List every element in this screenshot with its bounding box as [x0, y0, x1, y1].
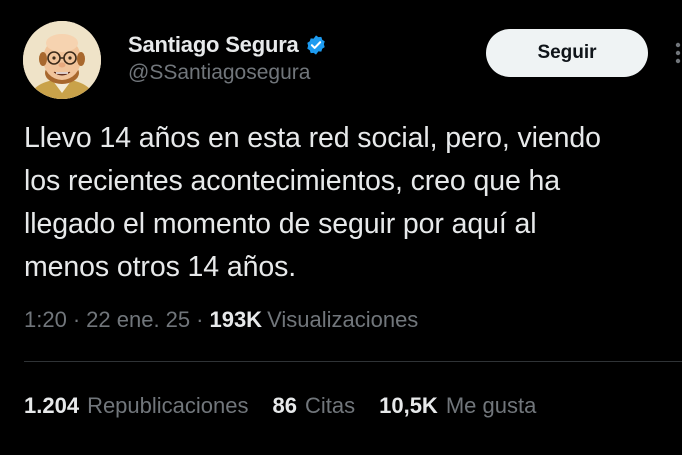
likes-stat[interactable]: 10,5K Me gusta	[379, 393, 536, 419]
avatar-caricature-icon	[23, 21, 101, 99]
avatar[interactable]	[23, 21, 101, 99]
quotes-stat[interactable]: 86 Citas	[273, 393, 356, 419]
likes-count: 10,5K	[379, 393, 438, 418]
reposts-stat[interactable]: 1.204 Republicaciones	[24, 393, 249, 419]
tweet-time[interactable]: 1:20	[24, 307, 67, 333]
author-name-row[interactable]: Santiago Segura	[128, 30, 327, 60]
meta-separator: ·	[72, 307, 81, 332]
quotes-label: Citas	[304, 393, 356, 418]
tweet-meta: 1:20 · 22 ene. 25 · 193K Visualizaciones	[24, 303, 418, 337]
author-display-name[interactable]: Santiago Segura	[128, 32, 299, 58]
reposts-label: Republicaciones	[87, 393, 249, 418]
likes-label: Me gusta	[445, 393, 537, 418]
tweet-text-line: Llevo 14 años en esta red social, pero, …	[24, 122, 601, 154]
more-options-icon[interactable]	[672, 40, 682, 66]
tweet-text-line: menos otros 14 años.	[24, 251, 297, 283]
divider	[24, 361, 682, 362]
tweet-text-line: llegado el momento de seguir por aquí al	[24, 208, 537, 240]
meta-separator: ·	[196, 307, 204, 332]
reposts-count: 1.204	[24, 393, 80, 418]
author-handle[interactable]: @SSantiagosegura	[128, 61, 310, 85]
engagement-stats: 1.204 Republicaciones 86 Citas 10,5K Me …	[24, 389, 560, 423]
views-count[interactable]: 193K	[209, 307, 262, 333]
tweet-text-line: los recientes acontecimientos, creo que …	[24, 165, 561, 197]
tweet-text: Llevo 14 años en esta red social, pero, …	[24, 117, 674, 289]
tweet-card: Santiago Segura @SSantiagosegura Seguir …	[0, 0, 682, 455]
follow-button[interactable]: Seguir	[486, 29, 648, 77]
quotes-count: 86	[272, 393, 297, 418]
views-label[interactable]: Visualizaciones	[267, 307, 418, 333]
tweet-date[interactable]: 22 ene. 25	[86, 307, 190, 333]
verified-badge-icon	[305, 34, 327, 56]
